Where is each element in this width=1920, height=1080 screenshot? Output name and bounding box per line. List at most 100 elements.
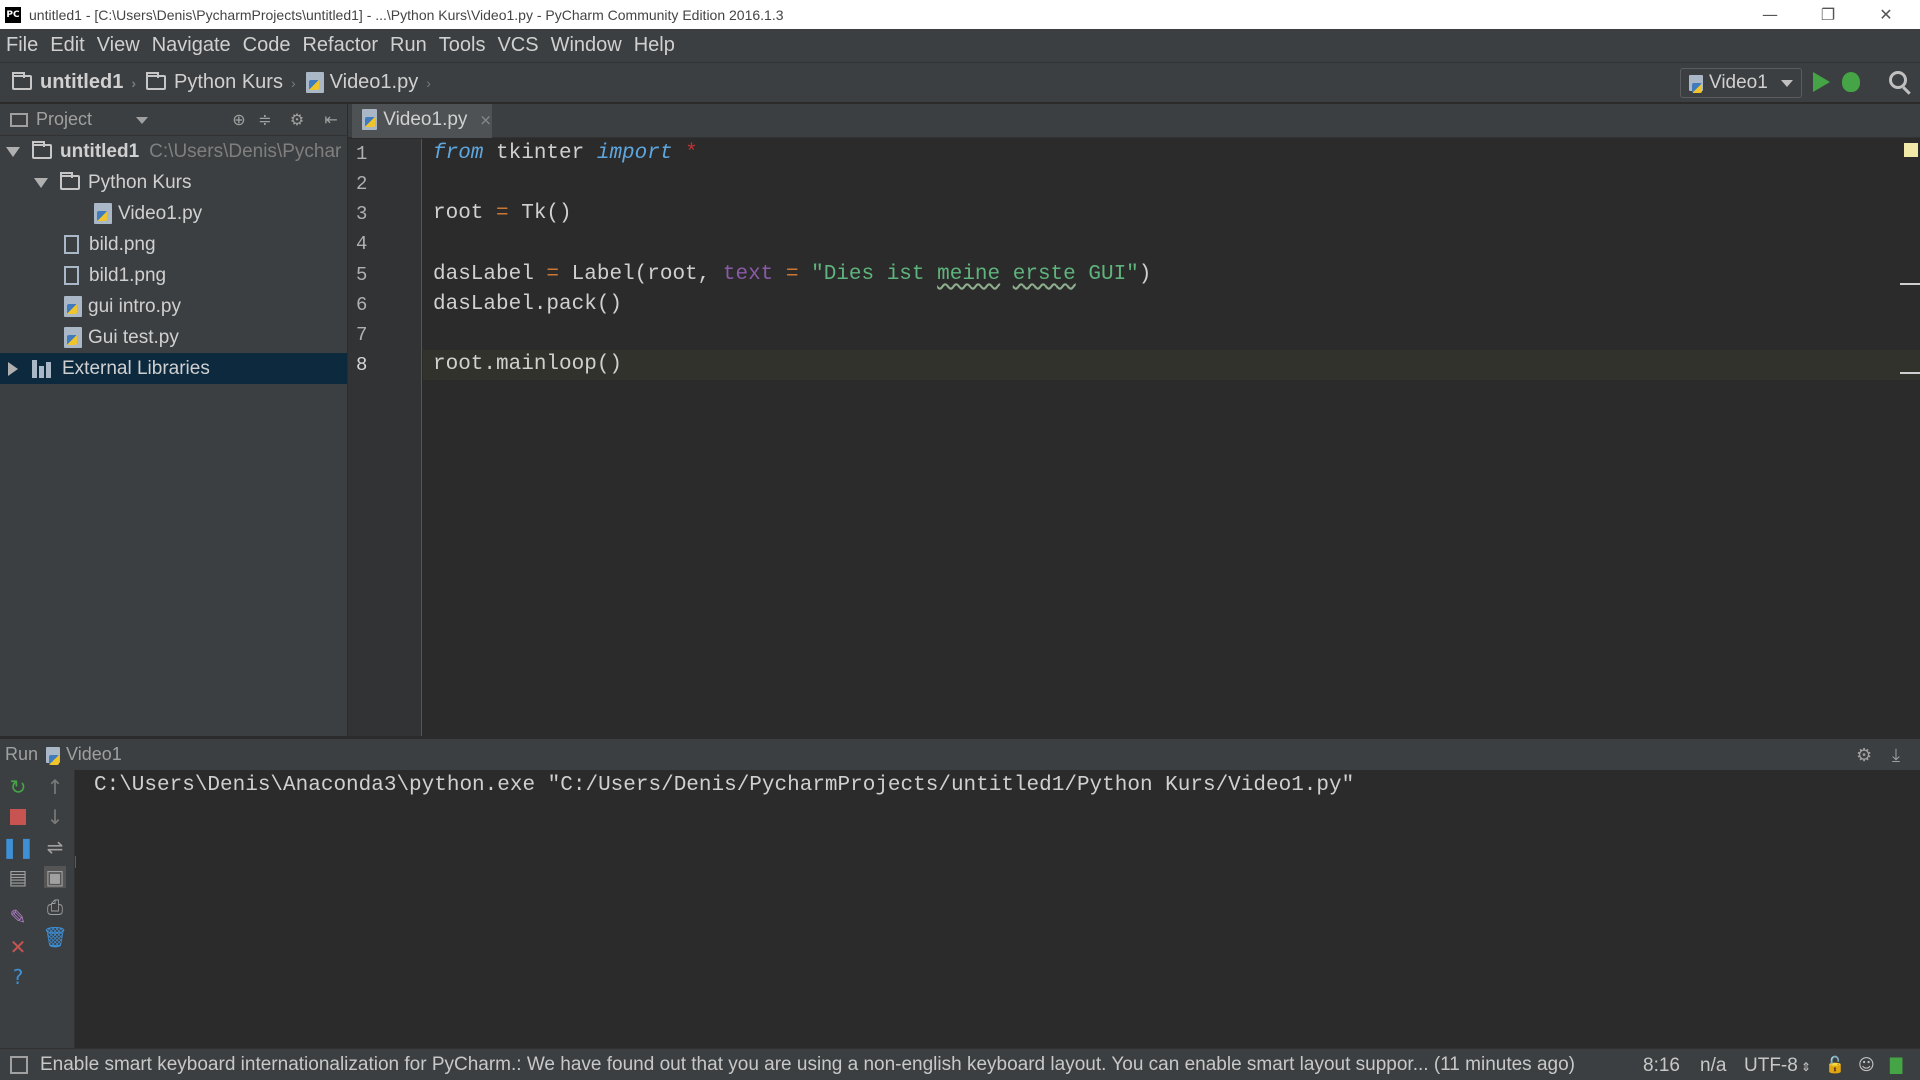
hide-panel-icon[interactable]: ⤓: [1892, 745, 1900, 766]
menu-code[interactable]: Code: [243, 34, 291, 57]
project-view-selector[interactable]: Project: [36, 109, 92, 130]
menu-run[interactable]: Run: [390, 34, 427, 57]
hide-panel-icon[interactable]: ⇤: [322, 112, 340, 128]
menu-window[interactable]: Window: [551, 34, 622, 57]
tree-item-bild1-png[interactable]: bild1.png: [0, 260, 347, 291]
menu-edit[interactable]: Edit: [50, 34, 84, 57]
tree-item-untitled1[interactable]: untitled1 C:\Users\Denis\Pychar: [0, 136, 347, 167]
tree-item-label: bild1.png: [89, 264, 167, 286]
minimize-button[interactable]: —: [1742, 0, 1798, 29]
folder-icon: [146, 72, 167, 90]
tree-item-python-kurs[interactable]: Python Kurs: [0, 167, 347, 198]
code-line-1[interactable]: from tkinter import *: [433, 139, 698, 169]
menu-file[interactable]: File: [6, 34, 38, 57]
run-configuration-label: Video1: [1709, 72, 1768, 93]
current-line-highlight: [423, 350, 1920, 380]
analysis-status-icon[interactable]: [1904, 143, 1918, 157]
expand-arrow-icon[interactable]: [8, 361, 18, 376]
operator: =: [496, 202, 509, 225]
clear-all-icon[interactable]: 🗑: [42, 925, 67, 949]
code-editor[interactable]: from tkinter import * root = Tk() dasLab…: [423, 139, 1920, 736]
toggle-tool-windows-icon[interactable]: [10, 1055, 28, 1074]
window-title-bar: PC untitled1 - [C:\Users\Denis\PycharmPr…: [0, 0, 1920, 29]
run-configuration-dropdown[interactable]: Video1: [1680, 68, 1802, 98]
help-icon[interactable]: ?: [7, 965, 29, 989]
menu-tools[interactable]: Tools: [439, 34, 486, 57]
menu-help[interactable]: Help: [634, 34, 675, 57]
code-line-5[interactable]: dasLabel = Label(root, text = "Dies ist …: [433, 260, 1151, 290]
line-separator[interactable]: n/a: [1700, 1055, 1726, 1077]
tree-item-external-libraries[interactable]: External Libraries: [0, 353, 347, 384]
string-literal: [1000, 263, 1013, 286]
breadcrumb-file-label: Video1.py: [329, 71, 419, 93]
expand-arrow-icon[interactable]: [6, 146, 20, 157]
tree-item-label: bild.png: [89, 233, 156, 255]
code-line-8[interactable]: root.mainloop(): [433, 350, 622, 380]
tree-item-bild-png[interactable]: bild.png: [0, 229, 347, 260]
dump-threads-icon[interactable]: ▤: [7, 865, 29, 889]
menu-view[interactable]: View: [97, 34, 140, 57]
folder-icon: [60, 172, 80, 190]
identifier: ): [1138, 263, 1152, 286]
python-file-icon: [362, 109, 378, 130]
arrow-down-icon[interactable]: ↓: [44, 805, 66, 829]
menu-navigate[interactable]: Navigate: [152, 34, 231, 57]
close-window-button[interactable]: ✕: [1858, 0, 1914, 29]
status-bar: Enable smart keyboard internationalizati…: [0, 1048, 1920, 1080]
breadcrumb-folder[interactable]: Python Kurs ›: [146, 71, 296, 94]
scroll-from-source-icon[interactable]: ⊕: [230, 112, 248, 128]
restore-button[interactable]: ❐: [1800, 0, 1856, 29]
encoding-chevron-icon[interactable]: ⇕: [1801, 1060, 1811, 1074]
arrow-up-icon[interactable]: ↑: [44, 775, 66, 799]
run-button[interactable]: [1813, 72, 1830, 92]
code-line-3[interactable]: root = Tk(): [433, 199, 572, 229]
file-encoding[interactable]: UTF-8: [1744, 1055, 1798, 1077]
soft-wrap-icon[interactable]: ⇌: [44, 835, 66, 859]
close-run-icon[interactable]: ✕: [7, 935, 29, 959]
tree-item-gui-test-py[interactable]: Gui test.py: [0, 322, 347, 353]
navigation-bar: untitled1 › Python Kurs › Video1.py › Vi…: [0, 63, 1920, 103]
gear-icon[interactable]: ⚙: [1856, 745, 1872, 766]
tab-video1-py[interactable]: Video1.py ×: [352, 104, 492, 138]
spellcheck-word: meine: [937, 263, 1001, 286]
pause-icon[interactable]: ❚❚: [1, 835, 35, 859]
library-icon: [32, 359, 54, 378]
stop-icon[interactable]: [7, 806, 29, 828]
identifier: dasLabel: [433, 263, 547, 286]
print-icon[interactable]: ⎙: [44, 895, 66, 919]
error-stripe-mark[interactable]: [1900, 372, 1920, 374]
debug-bug-icon[interactable]: [1842, 72, 1860, 92]
status-message[interactable]: Enable smart keyboard internationalizati…: [40, 1054, 1640, 1076]
breadcrumb-file[interactable]: Video1.py ›: [305, 71, 431, 94]
collapse-all-icon[interactable]: ≑: [256, 112, 274, 128]
error-stripe-mark[interactable]: [1900, 283, 1920, 285]
run-config-tab[interactable]: Video1: [66, 744, 122, 765]
project-tree: untitled1 C:\Users\Denis\Pychar Python K…: [0, 136, 347, 868]
close-tab-icon[interactable]: ×: [479, 111, 492, 129]
gear-icon[interactable]: ⚙: [288, 112, 306, 128]
tree-item-video1-py[interactable]: Video1.py: [0, 198, 347, 229]
search-everywhere-icon[interactable]: [1889, 71, 1907, 89]
run-toolbar: ↻ ❚❚ ▤ ✎ ✕ ?: [0, 770, 37, 1048]
tree-item-gui-intro-py[interactable]: gui intro.py: [0, 291, 347, 322]
event-log-icon[interactable]: ▇: [1890, 1055, 1902, 1074]
tree-item-label: untitled1: [60, 140, 140, 162]
menu-vcs[interactable]: VCS: [497, 34, 538, 57]
identifier: Label(root,: [559, 263, 723, 286]
breadcrumb-project[interactable]: untitled1 ›: [12, 71, 136, 94]
operator: =: [773, 263, 812, 286]
lock-icon[interactable]: 🔓: [1825, 1055, 1845, 1074]
python-file-icon: [46, 746, 61, 765]
expand-arrow-icon[interactable]: [34, 177, 48, 188]
project-view-icon: [10, 112, 28, 127]
menu-refactor[interactable]: Refactor: [302, 34, 378, 57]
code-line-6[interactable]: dasLabel.pack(): [433, 290, 622, 320]
chevron-down-icon[interactable]: [136, 117, 148, 124]
caret-position[interactable]: 8:16: [1643, 1055, 1680, 1077]
inspector-icon[interactable]: ☺: [1858, 1055, 1875, 1074]
scroll-to-end-icon[interactable]: ▣: [44, 865, 66, 889]
rerun-icon[interactable]: ↻: [7, 775, 29, 799]
pin-tab-icon[interactable]: ✎: [7, 905, 29, 929]
run-console[interactable]: C:\Users\Denis\Anaconda3\python.exe "C:/…: [76, 770, 1920, 1048]
line-number: 5: [356, 264, 368, 286]
